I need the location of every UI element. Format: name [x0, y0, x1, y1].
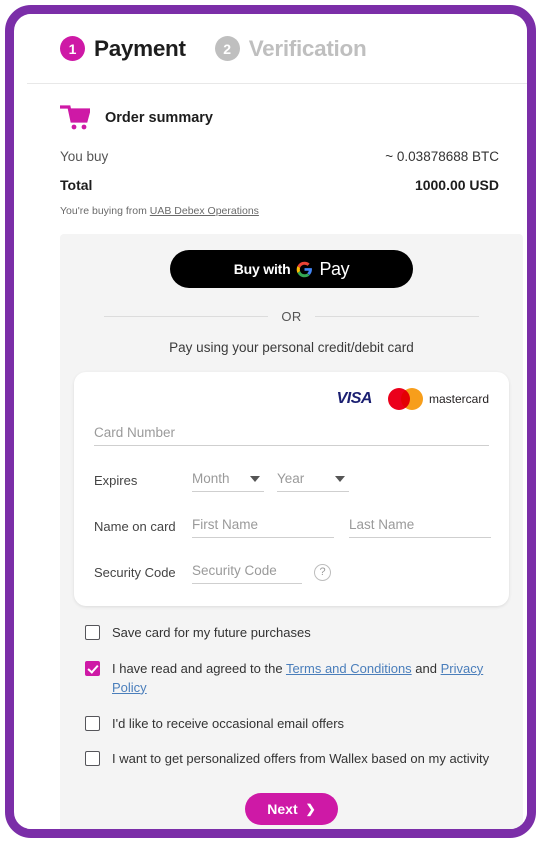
card-brand-logos: VISA mastercard — [94, 384, 489, 414]
terms-checkbox[interactable] — [85, 660, 100, 676]
google-g-icon — [296, 261, 313, 278]
step-verification[interactable]: 2 Verification — [214, 35, 367, 62]
expiry-year-select[interactable]: Year — [277, 468, 349, 492]
total-value: 1000.00 USD — [414, 177, 499, 193]
visa-icon: VISA — [336, 390, 373, 407]
email-offers-label: I'd like to receive occasional email off… — [112, 715, 345, 731]
total-label: Total — [60, 177, 93, 193]
or-divider-line-left — [104, 316, 269, 317]
payment-methods-panel: Buy with Pay OR Pay using your personal … — [60, 234, 523, 829]
mastercard-label: mastercard — [428, 392, 489, 406]
order-summary: Order summary You buy ~ 0.03878688 BTC T… — [27, 84, 527, 217]
checkbox-row-save-card: Save card for my future purchases — [85, 624, 509, 643]
terms-middle: and — [411, 660, 441, 676]
security-code-label: Security Code — [94, 564, 176, 580]
chevron-right-icon: ❯ — [305, 802, 316, 817]
mastercard-circles — [387, 388, 423, 410]
card-form: VISA mastercard Expires Month — [74, 372, 509, 606]
step-2-label: Verification — [248, 35, 367, 61]
expiry-year-wrap: Year — [277, 468, 349, 492]
or-divider: OR — [104, 309, 479, 324]
order-summary-header: Order summary — [60, 101, 499, 135]
seller-link[interactable]: UAB Debex Operations — [150, 205, 259, 217]
personalized-offers-checkbox[interactable] — [85, 751, 100, 767]
you-buy-value: ~ 0.03878688 BTC — [385, 149, 499, 164]
seller-line: You're buying from UAB Debex Operations — [60, 205, 499, 217]
total-row: Total 1000.00 USD — [60, 177, 499, 193]
name-on-card-label: Name on card — [94, 518, 176, 534]
checkbox-row-personalized-offers: I want to get personalized offers from W… — [85, 750, 509, 769]
consent-checkbox-list: Save card for my future purchases I have… — [74, 624, 509, 769]
question-mark-icon[interactable]: ? — [314, 563, 331, 581]
terms-prefix: I have read and agreed to the — [112, 660, 286, 676]
card-payment-prompt: Pay using your personal credit/debit car… — [169, 340, 414, 355]
you-buy-row: You buy ~ 0.03878688 BTC — [60, 149, 499, 164]
payment-page: 1 Payment 2 Verification Order summary Y… — [27, 14, 527, 829]
you-buy-label: You buy — [60, 149, 109, 164]
email-offers-checkbox[interactable] — [85, 715, 100, 731]
mastercard-icon: mastercard — [387, 388, 489, 410]
name-on-card-row: Name on card — [94, 514, 491, 538]
or-divider-label: OR — [281, 309, 302, 324]
card-number-input[interactable] — [94, 422, 489, 446]
step-payment[interactable]: 1 Payment — [60, 36, 186, 62]
order-summary-title: Order summary — [105, 110, 213, 126]
security-code-row: Security Code ? — [94, 560, 489, 584]
next-button-label: Next — [267, 801, 298, 818]
first-name-input[interactable] — [192, 514, 334, 538]
security-code-input[interactable] — [192, 560, 302, 584]
payment-widget-frame: 1 Payment 2 Verification Order summary Y… — [5, 5, 536, 838]
buy-with-google-pay-button[interactable]: Buy with Pay — [170, 250, 413, 288]
step-indicator: 1 Payment 2 Verification — [27, 14, 527, 84]
next-button[interactable]: Next ❯ — [245, 793, 338, 826]
save-card-label: Save card for my future purchases — [112, 625, 311, 640]
step-1-label: Payment — [94, 35, 186, 61]
expires-label: Expires — [94, 472, 138, 488]
expires-row: Expires Month Year — [94, 468, 489, 492]
expiry-month-select[interactable]: Month — [192, 468, 264, 492]
gpay-pay-label: Pay — [319, 258, 350, 279]
personalized-offers-label: I want to get personalized offers from W… — [112, 751, 490, 767]
next-button-wrap: Next ❯ — [74, 793, 509, 826]
checkbox-row-terms: I have read and agreed to the Terms and … — [85, 660, 509, 698]
step-2-badge: 2 — [214, 36, 240, 61]
terms-and-conditions-link[interactable]: Terms and Conditions — [286, 661, 412, 676]
terms-label: I have read and agreed to the Terms and … — [112, 660, 509, 698]
save-card-checkbox[interactable] — [85, 625, 100, 640]
expiry-month-wrap: Month — [192, 468, 264, 492]
last-name-input[interactable] — [349, 514, 491, 538]
step-1-badge: 1 — [60, 36, 85, 61]
shopping-cart-icon — [60, 105, 90, 131]
seller-prefix: You're buying from — [60, 205, 150, 217]
gpay-buy-with-label: Buy with — [233, 261, 291, 277]
checkbox-row-email-offers: I'd like to receive occasional email off… — [85, 715, 509, 734]
or-divider-line-right — [314, 316, 479, 317]
gpay-button-wrap: Buy with Pay — [74, 250, 509, 288]
